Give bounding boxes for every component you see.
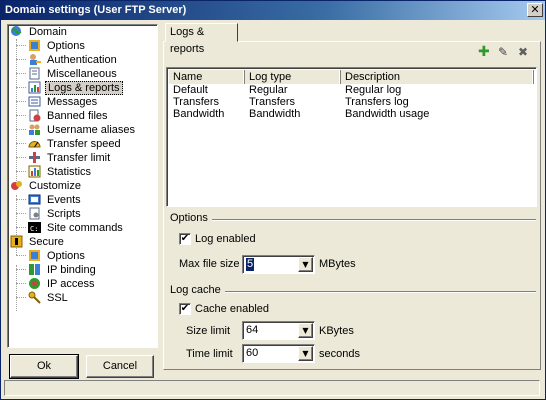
- options-group-label: Options: [170, 212, 212, 224]
- svg-text:C:: C:: [30, 225, 38, 233]
- size-limit-label: Size limit: [186, 325, 231, 337]
- tree-item-username-aliases[interactable]: Username aliases: [28, 123, 137, 137]
- close-button[interactable]: ✕: [527, 3, 543, 17]
- dropdown-arrow-icon[interactable]: ▼: [298, 323, 313, 338]
- ip-binding-icon: [28, 263, 41, 276]
- secure-icon: [10, 235, 23, 248]
- log-cache-separator: [170, 291, 536, 293]
- time-limit-unit: seconds: [319, 348, 360, 360]
- user-key-icon: [28, 53, 41, 66]
- options-icon: [28, 249, 41, 262]
- tree-item-transfer-limit[interactable]: Transfer limit: [28, 151, 112, 165]
- customize-icon: [10, 179, 23, 192]
- domain-icon: [10, 25, 23, 38]
- tree-item-customize[interactable]: Customize: [10, 179, 83, 193]
- tree-item-logs-reports[interactable]: Logs & reports: [28, 81, 123, 95]
- tree-item-ip-binding[interactable]: IP binding: [28, 263, 98, 277]
- size-limit-combo[interactable]: 64 ▼: [242, 321, 315, 340]
- tree-item-ssl[interactable]: SSL: [28, 291, 70, 305]
- message-icon: [28, 95, 41, 108]
- table-row[interactable]: Bandwidth Bandwidth Bandwidth usage: [169, 108, 534, 120]
- tab-logs-reports[interactable]: Logs & reports: [165, 23, 238, 55]
- column-description[interactable]: Description: [341, 70, 534, 84]
- transfer-limit-icon: [28, 151, 41, 164]
- tree-item-site-commands[interactable]: C: Site commands: [28, 221, 125, 235]
- tree-item-authentication[interactable]: Authentication: [28, 53, 119, 67]
- script-icon: [28, 207, 41, 220]
- log-cache-group-label: Log cache: [170, 284, 225, 296]
- users-icon: [28, 123, 41, 136]
- tree-item-statistics[interactable]: Statistics: [28, 165, 93, 179]
- tree-item-ip-access[interactable]: IP access: [28, 277, 97, 291]
- log-enabled-checkbox[interactable]: ✔: [179, 233, 191, 245]
- max-file-size-unit: MBytes: [319, 258, 356, 270]
- banned-file-icon: [28, 109, 41, 122]
- cache-enabled-label[interactable]: Cache enabled: [195, 303, 269, 315]
- speedometer-icon: [28, 137, 41, 150]
- tree-item-transfer-speed[interactable]: Transfer speed: [28, 137, 123, 151]
- table-row[interactable]: Default Regular Regular log: [169, 84, 534, 96]
- statistics-icon: [28, 165, 41, 178]
- size-limit-value: 64: [246, 324, 259, 336]
- document-icon: [28, 67, 41, 80]
- table-header: Name Log type Description: [169, 70, 534, 84]
- tree-item-scripts[interactable]: Scripts: [28, 207, 83, 221]
- time-limit-combo[interactable]: 60 ▼: [242, 344, 315, 363]
- time-limit-value: 60: [246, 347, 259, 359]
- tree-item-events[interactable]: Events: [28, 193, 83, 207]
- options-separator: [170, 219, 536, 221]
- size-limit-unit: KBytes: [319, 325, 354, 337]
- max-file-size-value: 5: [246, 258, 255, 271]
- tree-item-secure-options[interactable]: Options: [28, 249, 87, 263]
- key-icon: [28, 291, 41, 304]
- tree-item-secure[interactable]: Secure: [10, 235, 66, 249]
- tree-item-messages[interactable]: Messages: [28, 95, 99, 109]
- title-bar[interactable]: Domain settings (User FTP Server) ✕: [1, 1, 545, 20]
- cancel-button[interactable]: Cancel: [86, 355, 154, 378]
- tree-item-banned-files[interactable]: Banned files: [28, 109, 110, 123]
- cache-enabled-checkbox[interactable]: ✔: [179, 303, 191, 315]
- delete-icon[interactable]: ✖: [518, 46, 531, 59]
- add-icon[interactable]: ✚: [478, 45, 491, 59]
- dropdown-arrow-icon[interactable]: ▼: [298, 346, 313, 361]
- options-icon: [28, 39, 41, 52]
- tree-item-miscellaneous[interactable]: Miscellaneous: [28, 67, 119, 81]
- events-icon: [28, 193, 41, 206]
- column-log-type[interactable]: Log type: [245, 70, 341, 84]
- tree-item-options[interactable]: Options: [28, 39, 87, 53]
- log-enabled-label[interactable]: Log enabled: [195, 233, 256, 245]
- tree-item-domain[interactable]: Domain: [10, 25, 69, 39]
- logs-table[interactable]: Name Log type Description Default Regula…: [166, 67, 537, 207]
- settings-tree[interactable]: Domain Options Authentication Miscellane…: [7, 24, 158, 348]
- log-report-icon: [28, 81, 41, 94]
- time-limit-label: Time limit: [186, 348, 233, 360]
- column-name[interactable]: Name: [169, 70, 245, 84]
- command-prompt-icon: C:: [28, 221, 41, 234]
- max-file-size-label: Max file size: [179, 258, 240, 270]
- dropdown-arrow-icon[interactable]: ▼: [298, 257, 313, 272]
- table-row[interactable]: Transfers Transfers Transfers log: [169, 96, 534, 108]
- status-bar: [4, 380, 540, 396]
- ok-button[interactable]: Ok: [9, 354, 79, 379]
- window-title: Domain settings (User FTP Server): [5, 4, 187, 16]
- max-file-size-combo[interactable]: 5 ▼: [242, 255, 315, 274]
- edit-icon[interactable]: ✎: [498, 46, 511, 59]
- ip-access-icon: [28, 277, 41, 290]
